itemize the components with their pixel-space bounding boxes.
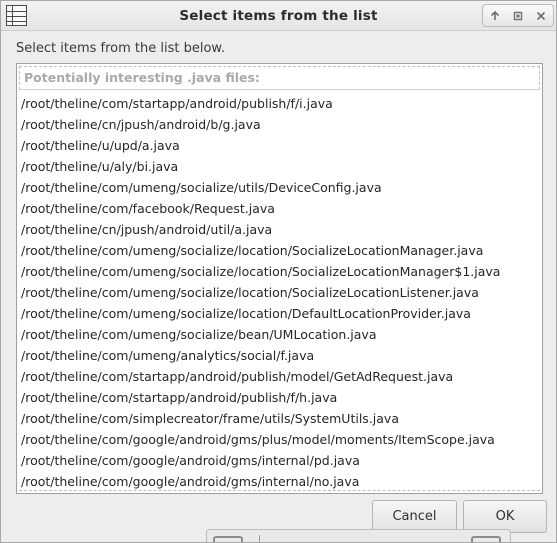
list-item[interactable]: /root/theline/com/facebook/Request.java: [21, 198, 542, 219]
close-icon[interactable]: [530, 5, 553, 26]
list-item[interactable]: /root/theline/com/umeng/socialize/utils/…: [21, 177, 542, 198]
instruction-text: Select items from the list below.: [16, 41, 225, 56]
list-item[interactable]: /root/theline/com/startapp/android/publi…: [21, 387, 542, 408]
restore-icon[interactable]: [506, 5, 529, 26]
list-item[interactable]: /root/theline/com/umeng/socialize/bean/U…: [21, 324, 542, 345]
separator: [259, 535, 260, 542]
dialog-title: Select items from the list: [179, 8, 378, 24]
list-item[interactable]: /root/theline/com/umeng/analytics/social…: [21, 345, 542, 366]
file-list[interactable]: Potentially interesting .java files: /ro…: [16, 63, 543, 494]
list-focus-border: [19, 490, 540, 491]
list-item[interactable]: /root/theline/com/umeng/socialize/locati…: [21, 303, 542, 324]
list-item[interactable]: /root/theline/com/umeng/socialize/locati…: [21, 261, 542, 282]
list-item[interactable]: /root/theline/com/google/android/gms/int…: [21, 471, 542, 492]
list-item[interactable]: /root/theline/com/google/android/gms/plu…: [21, 429, 542, 450]
title-bar[interactable]: Select items from the list: [1, 1, 556, 31]
list-item[interactable]: /root/theline/com/umeng/socialize/locati…: [21, 282, 542, 303]
list-item[interactable]: /root/theline/cn/jpush/android/util/a.ja…: [21, 219, 542, 240]
list-item[interactable]: /root/theline/cn/jpush/android/b/g.java: [21, 114, 542, 135]
window-controls: [482, 4, 554, 27]
list-header: Potentially interesting .java files:: [19, 66, 540, 90]
list-item[interactable]: /root/theline/u/aly/bi.java: [21, 156, 542, 177]
list-item[interactable]: /root/theline/com/startapp/android/publi…: [21, 366, 542, 387]
background-window: [206, 529, 511, 542]
maximize-up-icon[interactable]: [483, 5, 506, 26]
select-items-dialog: Select items from the list Select items …: [0, 0, 557, 543]
list-items: /root/theline/com/startapp/android/publi…: [17, 90, 542, 492]
folder-icon: [213, 536, 243, 542]
list-item[interactable]: /root/theline/com/simplecreator/frame/ut…: [21, 408, 542, 429]
list-item[interactable]: /root/theline/com/google/android/gms/int…: [21, 450, 542, 471]
list-item[interactable]: /root/theline/u/upd/a.java: [21, 135, 542, 156]
list-item[interactable]: /root/theline/com/umeng/socialize/locati…: [21, 240, 542, 261]
list-item[interactable]: /root/theline/com/startapp/android/publi…: [21, 93, 542, 114]
folder-icon: [471, 536, 501, 542]
